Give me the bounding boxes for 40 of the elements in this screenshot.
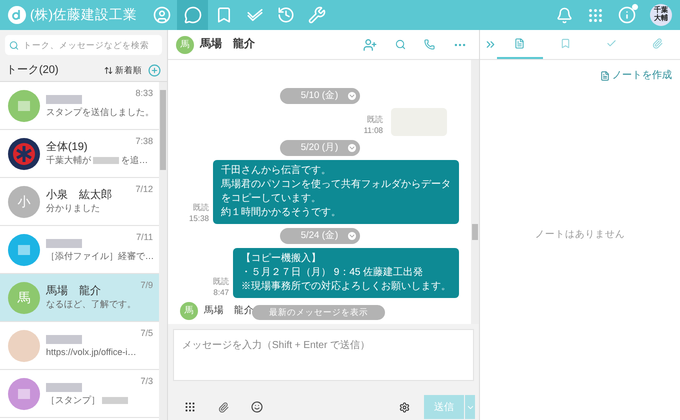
message-preview: ［添付ファイル］経審で… bbox=[46, 250, 154, 263]
read-status: 既読 bbox=[367, 114, 383, 125]
conversation-time: 7/12 bbox=[135, 183, 153, 196]
create-note-link[interactable]: ノートを作成 bbox=[600, 68, 672, 83]
message-input[interactable]: メッセージを入力（Shift + Enter で送信） bbox=[173, 329, 474, 381]
conversation-time: 7/11 bbox=[136, 231, 153, 244]
contact-name: 馬場 龍介 bbox=[200, 36, 255, 52]
message-time: 15:38 bbox=[188, 213, 209, 224]
message-bubble: 千田さんから伝言です。 馬場君のパソコンを使って共有フォルダからデータ をコピーしています。 約１時間かかるそうです。 bbox=[213, 160, 459, 224]
conversation-time: 7/9 bbox=[140, 279, 153, 292]
contact-avatar: 馬 bbox=[176, 36, 194, 54]
conversation-name: 全体(19) bbox=[46, 140, 88, 154]
talk-list-title: トーク(20) bbox=[6, 63, 59, 78]
conversation-time: 8:33 bbox=[135, 87, 153, 100]
message-preview: を追… bbox=[121, 154, 148, 167]
message-preview: ［スタンプ］ bbox=[46, 394, 100, 407]
message-time: 11:08 bbox=[364, 125, 383, 136]
message-preview: 千葉大輔が bbox=[46, 154, 91, 167]
conversation-time: 7:38 bbox=[135, 135, 153, 148]
conversation-name: 馬場 龍介 bbox=[46, 284, 101, 298]
sort-button[interactable]: 新着順 bbox=[104, 64, 142, 77]
avatar: 小 bbox=[8, 186, 40, 218]
search-field[interactable]: トーク、メッセージなどを検索 bbox=[5, 35, 162, 55]
message-preview: なるほど、了解です。 bbox=[46, 298, 136, 311]
avatar: 馬 bbox=[8, 282, 40, 314]
message-bubble: 【コピー機搬入】 ・５月２７日（月） 9：45 佐藤建工出発 ※現場事務所での対応よろしくお願いします。 bbox=[233, 248, 459, 298]
empty-notes-text: ノートはありません bbox=[535, 228, 625, 242]
conversation-name: 小泉 紘太郎 bbox=[46, 188, 112, 202]
message-preview: スタンプを送信しました。 bbox=[46, 106, 154, 119]
read-status: 既読 bbox=[193, 202, 209, 213]
message-preview: 分かりました bbox=[46, 202, 100, 215]
sender-avatar: 馬 bbox=[180, 302, 198, 320]
conversation-time: 7/5 bbox=[140, 327, 153, 340]
conversation-item[interactable]: 馬 馬場 龍介 なるほど、了解です。 7/9 bbox=[0, 274, 159, 322]
company-name: (株)佐藤建設工業 bbox=[30, 6, 137, 24]
read-status: 既読 bbox=[213, 276, 229, 287]
message-time: 8:47 bbox=[213, 287, 229, 298]
conversation-time: 7/3 bbox=[140, 375, 153, 388]
message-preview: https://volx.jp/office-i… bbox=[46, 346, 136, 359]
sender-name: 馬場 龍介 bbox=[204, 304, 254, 318]
